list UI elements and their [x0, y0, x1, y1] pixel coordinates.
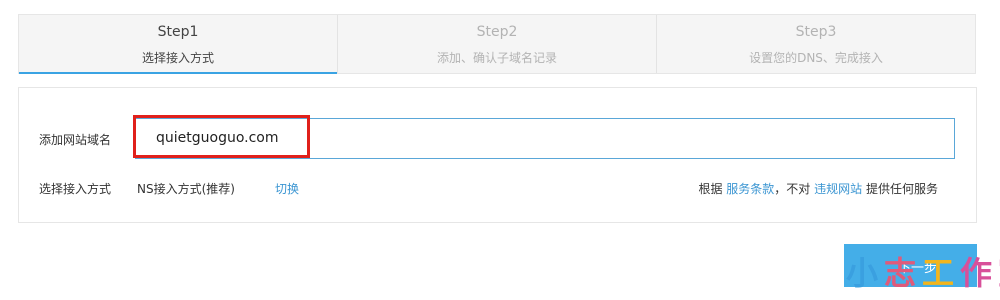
domain-input[interactable]: quietguoguo.com	[135, 118, 955, 159]
steps-bar: Step1 选择接入方式 Step2 添加、确认子域名记录 Step3 设置您的…	[18, 14, 976, 74]
terms-of-service-link[interactable]: 服务条款	[726, 182, 774, 196]
step-3-number: Step3	[795, 24, 837, 40]
step-1-number: Step1	[157, 24, 199, 40]
step-1[interactable]: Step1 选择接入方式	[19, 15, 338, 74]
terms-prefix: 根据	[698, 182, 723, 196]
step-1-description: 选择接入方式	[141, 51, 214, 65]
illegal-sites-link[interactable]: 违规网站	[814, 182, 862, 196]
domain-label: 添加网站域名	[39, 133, 112, 147]
access-method-label: 选择接入方式	[39, 182, 112, 196]
terms-notice: 根据 服务条款，不对 违规网站 提供任何服务	[698, 180, 938, 197]
step-2-description: 添加、确认子域名记录	[436, 51, 557, 65]
step-3[interactable]: Step3 设置您的DNS、完成接入	[657, 15, 975, 73]
step-2-number: Step2	[476, 24, 518, 40]
access-method-value: NS接入方式(推荐)	[137, 182, 235, 196]
next-step-button[interactable]: 下一步	[844, 244, 977, 287]
next-step-label: 下一步	[898, 260, 938, 275]
terms-suffix: 提供任何服务	[865, 182, 938, 196]
step-2[interactable]: Step2 添加、确认子域名记录	[338, 15, 657, 73]
form-panel: 添加网站域名 quietguoguo.com 选择接入方式 NS接入方式(推荐)…	[18, 87, 977, 223]
terms-middle: ，不对	[774, 182, 811, 196]
switch-method-link[interactable]: 切换	[275, 180, 299, 197]
step-3-description: 设置您的DNS、完成接入	[749, 51, 883, 65]
domain-input-value: quietguoguo.com	[156, 130, 279, 146]
page: Step1 选择接入方式 Step2 添加、确认子域名记录 Step3 设置您的…	[0, 0, 1000, 300]
